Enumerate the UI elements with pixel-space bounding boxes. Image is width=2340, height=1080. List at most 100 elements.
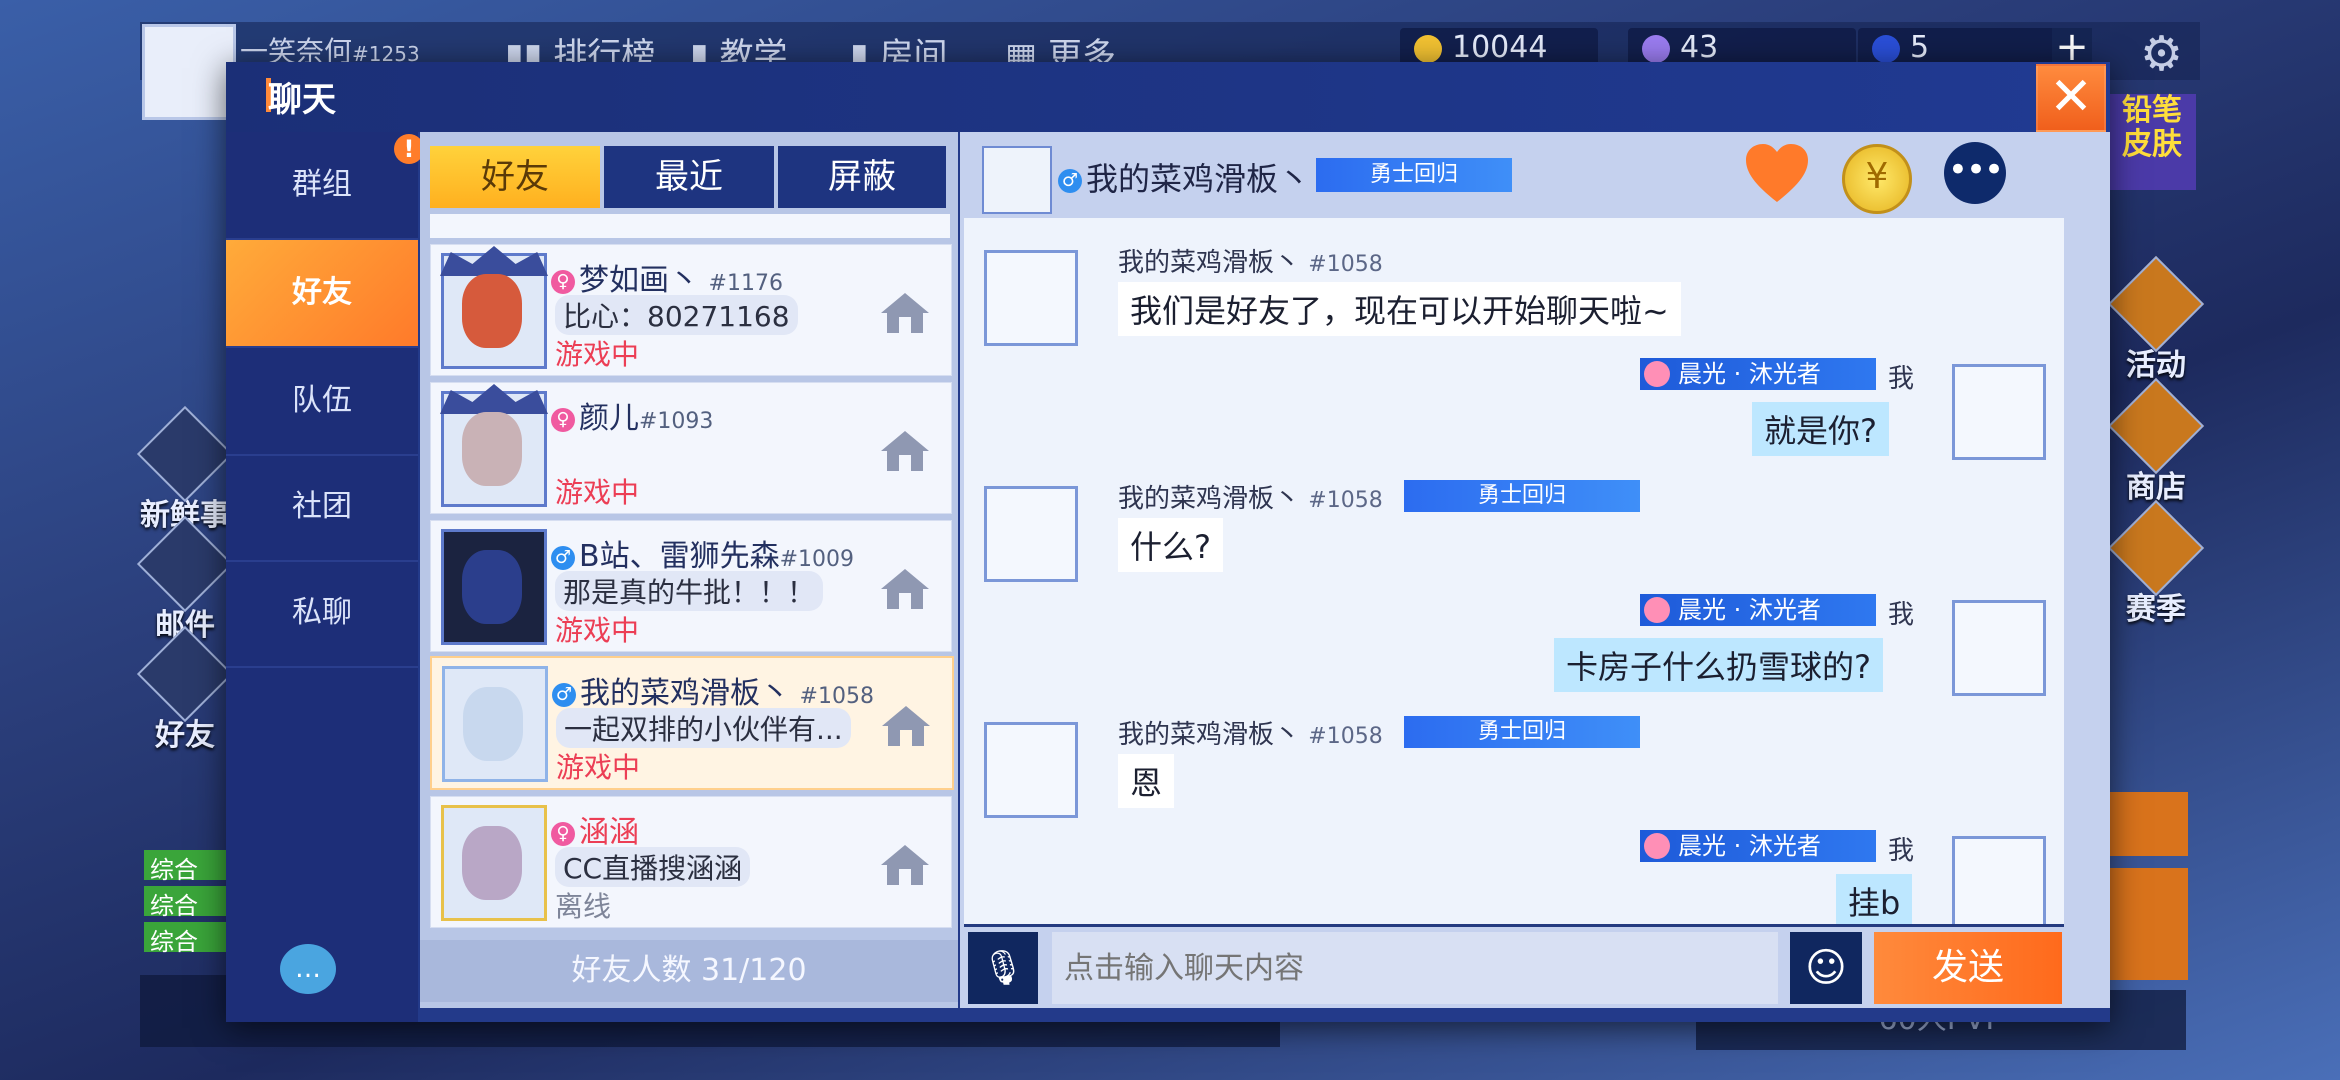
message-bubble: 恩 [1118,754,1175,808]
partner-title-tag: 勇士回归 [1316,158,1512,192]
partner-title-tag: 勇士回归 [1404,716,1640,748]
partner-avatar[interactable] [982,146,1052,214]
shop-icon-button[interactable]: 商店 [2107,377,2205,506]
avatar [441,805,547,921]
friend-status: 游戏中 [556,751,641,784]
heart-icon[interactable] [1744,142,1810,208]
avatar [1952,364,2046,460]
chat-channel-tag: 综合 [144,886,230,920]
close-icon[interactable]: ✕ [2049,67,2093,127]
avatar [1952,600,2046,696]
my-message-bubble: 卡房子什么扔雪球的? [1554,638,1883,692]
sender-name: 我的菜鸡滑板丶 #1058 [1118,484,1383,514]
tab-recent[interactable]: 最近 [604,146,774,208]
friend-name: ♀ 梦如画丶 #1176 [551,255,783,299]
friend-signature: 比心：80271168 [555,295,798,335]
my-message-bubble: 就是你? [1752,402,1889,456]
avatar [984,250,1078,346]
nav-group[interactable]: 群组 [226,132,418,240]
more-options-button[interactable]: ••• [1944,142,2006,204]
side-orange-button[interactable] [2110,792,2188,856]
skin-ad-banner[interactable]: 铅笔皮肤 [2108,94,2196,190]
home-icon[interactable] [879,429,931,473]
tab-blocked[interactable]: 屏蔽 [778,146,946,208]
my-title-tag: 晨光 · 沐光者 [1640,358,1876,390]
female-icon: ♀ [551,269,575,294]
player-avatar[interactable] [142,24,236,120]
activity-icon-button[interactable]: 活动 [2107,255,2205,384]
avatar [442,666,548,782]
female-icon: ♀ [551,407,575,432]
partner-name: ♂ 我的菜鸡滑板丶 [1058,154,1310,200]
message-list: 我的菜鸡滑板丶 #1058 我们是好友了，现在可以开始聊天啦~ 晨光 · 沐光者… [964,218,2064,927]
avatar [984,722,1078,818]
friend-status: 离线 [555,890,612,923]
me-label: 我 [1888,364,1915,394]
message-bubble: 我们是好友了，现在可以开始聊天啦~ [1118,282,1681,336]
microphone-icon[interactable]: 🎙 [968,932,1038,1004]
chat-channel-tag: 综合 [144,922,230,956]
friend-signature: 一起双排的小伙伴有... [556,708,851,748]
list-item-partial [430,214,950,238]
home-icon[interactable] [879,567,931,611]
female-icon: ♀ [551,821,575,846]
nav-club[interactable]: 社团 [226,454,418,562]
male-icon: ♂ [1058,169,1082,193]
avatar [440,246,548,369]
dialog-header [226,62,2110,132]
chat-channel-tag: 综合 [144,850,230,884]
my-message-bubble: 挂b [1836,874,1913,924]
friend-status: 游戏中 [555,614,640,647]
friend-name: ♂ B站、雷狮先森#1009 [551,531,854,575]
friend-count: 好友人数 31/120 [420,940,958,1002]
side-orange-button[interactable] [2110,868,2188,980]
feather-icon [1642,34,1670,63]
friend-list-item[interactable]: ♀ 涵涵 CC直播搜涵涵 离线 [430,796,952,928]
me-label: 我 [1888,600,1915,630]
avatar [441,529,547,645]
nav-private[interactable]: 私聊 [226,560,418,668]
tab-friends[interactable]: 好友 [430,146,600,208]
friend-status: 游戏中 [555,476,640,509]
friend-list-item-selected[interactable]: ♂ 我的菜鸡滑板丶 #1058 一起双排的小伙伴有... 游戏中 [430,656,954,790]
sender-name: 我的菜鸡滑板丶 #1058 [1118,248,1383,278]
male-icon: ♂ [552,682,576,707]
friend-list-item[interactable]: ♂ B站、雷狮先森#1009 那是真的牛批！！！ 游戏中 [430,520,952,652]
gift-coin-button[interactable]: ¥ [1842,144,1912,214]
my-title-tag: 晨光 · 沐光者 [1640,830,1876,862]
send-button[interactable]: 发送 [1874,932,2062,1004]
emblem-icon [1644,361,1670,387]
friend-name: ♂ 我的菜鸡滑板丶 #1058 [552,668,874,712]
emblem-icon [1644,833,1670,859]
friend-signature: CC直播搜涵涵 [555,847,751,887]
gear-icon[interactable]: ⚙ [2140,26,2183,82]
close-button[interactable]: ✕ [2036,64,2106,132]
friend-signature: 那是真的牛批！！！ [555,571,824,611]
home-icon[interactable] [879,843,931,887]
male-icon: ♂ [551,545,575,570]
partner-title-tag: 勇士回归 [1404,480,1640,512]
avatar [984,486,1078,582]
nav-team[interactable]: 队伍 [226,348,418,456]
gold-coin-icon [1414,34,1442,63]
chat-input[interactable] [1052,932,1778,1004]
my-title-tag: 晨光 · 沐光者 [1640,594,1876,626]
dialog-title: 聊天 [268,80,336,120]
emoji-icon[interactable]: ☺ [1790,932,1862,1004]
nav-friends[interactable]: 好友 [226,240,418,348]
friend-status: 游戏中 [555,338,640,371]
friend-name: ♀ 颜儿#1093 [551,393,713,437]
friends-icon-button[interactable]: 好友 [136,625,234,754]
friend-name: ♀ 涵涵 [551,807,639,851]
friend-list-item[interactable]: ♀ 颜儿#1093 游戏中 [430,382,952,514]
home-icon[interactable] [880,704,932,748]
home-icon[interactable] [879,291,931,335]
emblem-icon [1644,597,1670,623]
gem-icon [1872,34,1900,63]
chat-bubble-icon[interactable]: … [280,944,336,994]
friend-list-item[interactable]: ♀ 梦如画丶 #1176 比心：80271168 游戏中 [430,244,952,376]
me-label: 我 [1888,836,1915,866]
sender-name: 我的菜鸡滑板丶 #1058 [1118,720,1383,750]
avatar [1952,836,2046,924]
season-icon-button[interactable]: 赛季 [2107,499,2205,628]
